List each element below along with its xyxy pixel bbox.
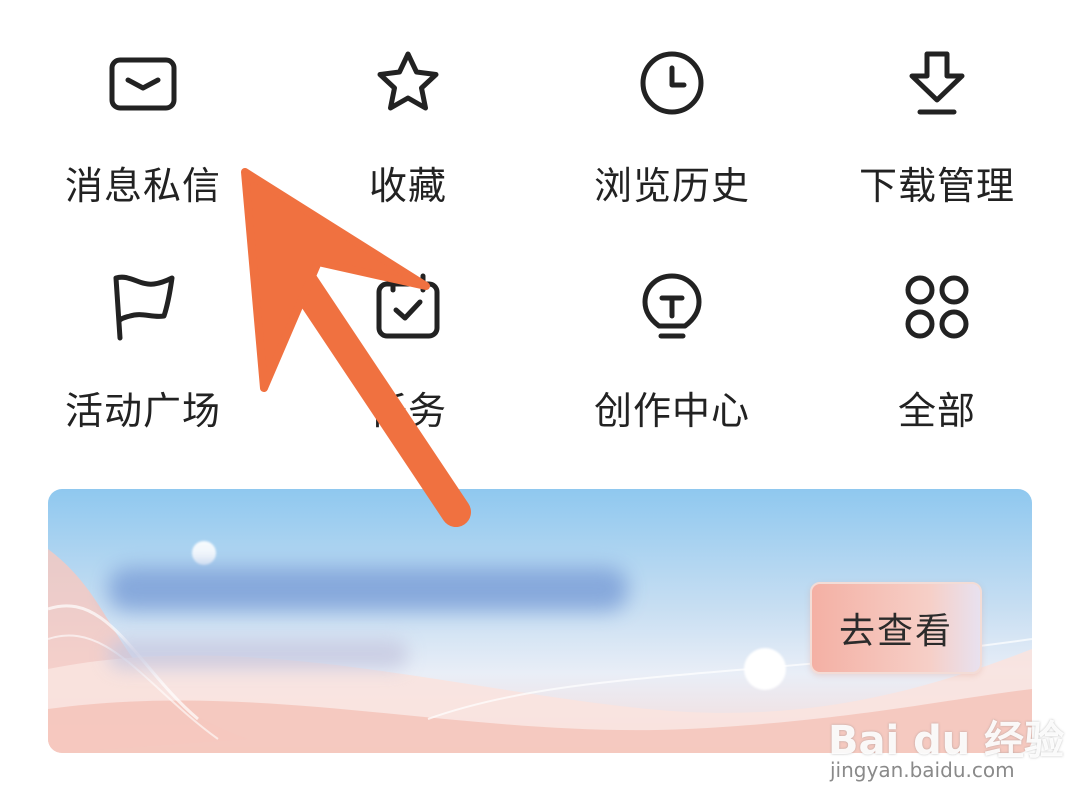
baidu-jingyan-watermark: Bai du 经验 jingyan.baidu.com <box>828 690 1064 790</box>
banner-bubble <box>192 541 216 565</box>
shortcut-label: 下载管理 <box>858 164 1015 208</box>
shortcut-all[interactable]: 全部 <box>802 225 1072 445</box>
shortcut-creator-center[interactable]: 创作中心 <box>537 225 807 445</box>
shortcut-messages[interactable]: 消息私信 <box>8 0 278 220</box>
download-icon <box>909 51 965 115</box>
shortcut-grid: 消息私信 收藏 浏览历史 下载管理 活动广场 任务 创作中心 全部 <box>0 0 1080 470</box>
shortcut-label: 任务 <box>368 389 447 433</box>
shortcut-favorites[interactable]: 收藏 <box>273 0 543 220</box>
shortcut-label: 浏览历史 <box>593 164 750 208</box>
shortcut-label: 消息私信 <box>64 164 221 208</box>
calendar-check-icon <box>376 273 440 339</box>
shortcut-label: 创作中心 <box>593 389 750 433</box>
shortcut-events[interactable]: 活动广场 <box>8 225 278 445</box>
lightbulb-icon <box>642 273 702 339</box>
star-icon <box>377 51 439 111</box>
flag-icon <box>113 274 175 341</box>
banner-bubble <box>744 648 786 690</box>
banner-subtitle-blurred <box>108 639 408 669</box>
shortcut-label: 全部 <box>897 389 976 433</box>
shortcut-history[interactable]: 浏览历史 <box>537 0 807 220</box>
clock-icon <box>640 51 704 115</box>
watermark-url: jingyan.baidu.com <box>830 758 1015 782</box>
shortcut-label: 收藏 <box>368 164 447 208</box>
shortcut-label: 活动广场 <box>64 389 221 433</box>
shortcut-tasks[interactable]: 任务 <box>273 225 543 445</box>
shortcut-downloads[interactable]: 下载管理 <box>802 0 1072 220</box>
envelope-icon <box>109 57 177 111</box>
view-button[interactable]: 去查看 <box>810 582 982 674</box>
banner-title-blurred <box>108 567 628 611</box>
grid-circles-icon <box>905 275 969 339</box>
